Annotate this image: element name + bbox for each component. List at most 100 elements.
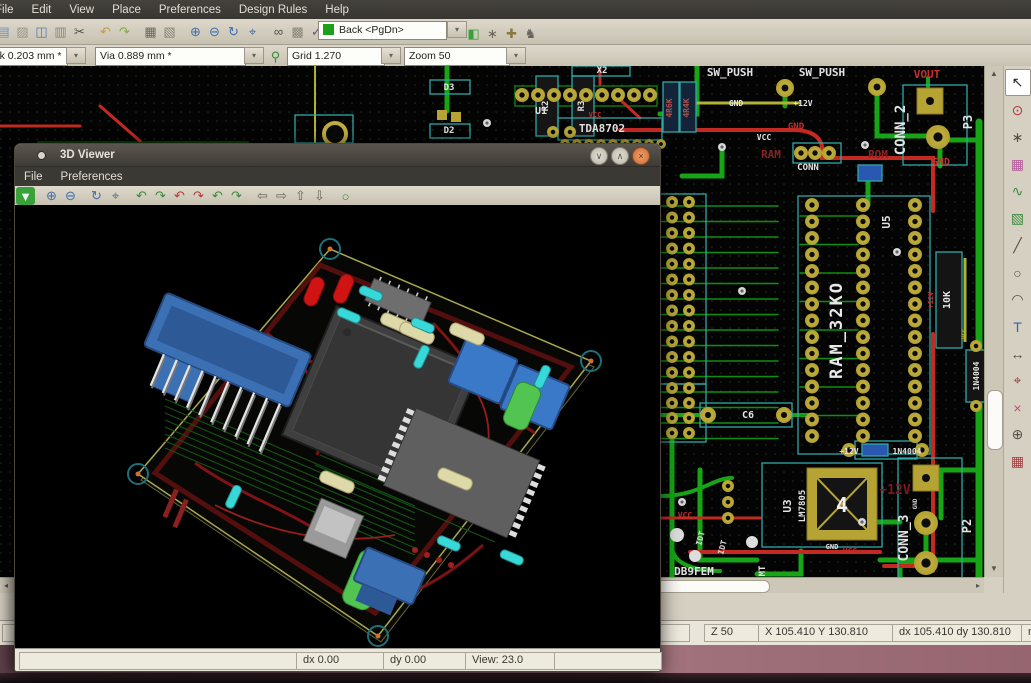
zoom-select-arrow[interactable]: ▾ xyxy=(506,47,526,64)
add-target-icon[interactable]: ⌖ xyxy=(1006,368,1030,393)
rotate-y-neg-icon: ↶ xyxy=(174,188,185,204)
zoom-select[interactable]: Zoom 50 xyxy=(404,47,510,66)
find-icon: ∞ xyxy=(274,24,283,39)
cut-icon[interactable]: ✂ xyxy=(70,21,89,42)
rotate-z-pos-icon[interactable]: ↷ xyxy=(227,187,246,205)
shade-button[interactable]: ∨ xyxy=(590,147,608,165)
add-line-icon[interactable]: ╱ xyxy=(1006,233,1030,258)
redo-icon[interactable]: ↷ xyxy=(115,21,134,42)
scroll-left-icon[interactable]: ◂ xyxy=(4,582,8,590)
print-icon[interactable]: ▦ xyxy=(141,21,160,42)
pcb-label: RAM_32KO xyxy=(827,281,847,379)
menu-item-preferences[interactable]: Preferences xyxy=(52,167,132,186)
pan-right-icon[interactable]: ⇨ xyxy=(272,187,291,205)
ratsnest-icon[interactable]: ∗ xyxy=(483,23,502,44)
menu-item-help[interactable]: Help xyxy=(316,0,358,19)
local-ratsnest-icon[interactable]: ∗ xyxy=(1006,125,1030,150)
add-dimension-icon[interactable]: ↔ xyxy=(1006,341,1030,366)
ortho-icon[interactable]: ○ xyxy=(336,187,355,205)
layer-select[interactable]: Back <PgDn> xyxy=(318,21,447,40)
layer-manager-icon[interactable]: ◧ xyxy=(464,23,483,44)
3d-viewer-toolbar: ▼⊕⊖↻⌖↶↷↶↷↶↷⇦⇨⇧⇩○ xyxy=(15,186,660,207)
zoom-fit-icon[interactable]: ⌖ xyxy=(243,21,262,42)
horizontal-scrollbar-thumb[interactable] xyxy=(646,580,770,593)
open-board-icon[interactable]: ▨ xyxy=(13,21,32,42)
freeroute-icon[interactable]: ♞ xyxy=(521,23,540,44)
maximize-button[interactable]: ∧ xyxy=(611,147,629,165)
track-width-select[interactable]: Track 0.203 mm * xyxy=(0,47,68,66)
pan-up-icon[interactable]: ⇧ xyxy=(291,187,310,205)
menu-item-place[interactable]: Place xyxy=(103,0,150,19)
3d-viewer-window: 3D Viewer ∨ ∧ × FilePreferences ▼⊕⊖↻⌖↶↷↶… xyxy=(14,143,661,672)
zoom-in-icon[interactable]: ⊕ xyxy=(186,21,205,42)
select-tool-icon[interactable]: ↖ xyxy=(1005,69,1031,96)
add-zone-icon[interactable]: ▧ xyxy=(1006,206,1030,231)
pcb-label: MT xyxy=(758,565,768,576)
new-board-icon[interactable]: ▤ xyxy=(0,21,13,42)
zoom-fit-icon[interactable]: ⌖ xyxy=(106,187,125,205)
vertical-scrollbar[interactable]: ▲ ▼ xyxy=(984,66,1003,577)
menu-item-design-rules[interactable]: Design Rules xyxy=(230,0,316,19)
grid-select[interactable]: Grid 1.270 xyxy=(287,47,385,66)
pcb-label: U5 xyxy=(880,215,893,228)
3d-viewer-titlebar[interactable]: 3D Viewer ∨ ∧ × xyxy=(15,144,660,166)
pan-down-icon[interactable]: ⇩ xyxy=(310,187,329,205)
auto-track-width-icon[interactable]: ⚲ xyxy=(266,46,285,67)
scroll-up-icon[interactable]: ▲ xyxy=(990,70,998,78)
menu-item-preferences[interactable]: Preferences xyxy=(150,0,230,19)
menu-item-file[interactable]: File xyxy=(15,167,52,186)
status3d-trail xyxy=(554,652,662,670)
redraw-view-icon: ↻ xyxy=(91,188,102,204)
add-circle-icon: ○ xyxy=(1013,265,1021,281)
scroll-down-icon[interactable]: ▼ xyxy=(990,565,998,573)
zoom-in-icon[interactable]: ⊕ xyxy=(42,187,61,205)
delete-tool-icon[interactable]: × xyxy=(1006,395,1030,420)
close-button[interactable]: × xyxy=(632,147,650,165)
via-size-arrow[interactable]: ▾ xyxy=(244,47,264,64)
hide-ratsnest-icon[interactable]: ✚ xyxy=(502,23,521,44)
pan-left-icon[interactable]: ⇦ xyxy=(253,187,272,205)
rotate-x-neg-icon[interactable]: ↶ xyxy=(132,187,151,205)
add-circle-icon[interactable]: ○ xyxy=(1006,260,1030,285)
redraw-icon: ↻ xyxy=(228,24,239,40)
pcb-label: GND xyxy=(729,99,744,108)
chevron-down-icon: ▾ xyxy=(514,51,518,60)
menu-item-file[interactable]: File xyxy=(0,0,23,19)
zoom-out-icon[interactable]: ⊖ xyxy=(61,187,80,205)
save-board-icon[interactable]: ◫ xyxy=(32,21,51,42)
redraw-view-icon[interactable]: ↻ xyxy=(87,187,106,205)
grid-origin-icon[interactable]: ▦ xyxy=(1006,449,1030,474)
find-icon[interactable]: ∞ xyxy=(269,21,288,42)
plot-icon[interactable]: ▧ xyxy=(160,21,179,42)
highlight-net-icon[interactable]: ⊙ xyxy=(1006,98,1030,123)
add-text-icon[interactable]: T xyxy=(1006,314,1030,339)
pcb-label: 4R4K xyxy=(682,98,691,117)
menu-item-view[interactable]: View xyxy=(60,0,103,19)
grid-select-arrow[interactable]: ▾ xyxy=(381,47,401,64)
netlist-icon[interactable]: ▩ xyxy=(288,21,307,42)
3d-viewer-canvas[interactable] xyxy=(15,205,660,649)
add-track-icon[interactable]: ∿ xyxy=(1006,179,1030,204)
pcb-label: VCC xyxy=(678,511,693,520)
reload-board-icon[interactable]: ▼ xyxy=(16,187,35,205)
zoom-out-icon[interactable]: ⊖ xyxy=(205,21,224,42)
plot-icon: ▧ xyxy=(163,24,175,40)
back-layer-swatch xyxy=(323,24,334,35)
undo-icon[interactable]: ↶ xyxy=(96,21,115,42)
rotate-x-pos-icon[interactable]: ↷ xyxy=(151,187,170,205)
redraw-icon[interactable]: ↻ xyxy=(224,21,243,42)
add-arc-icon[interactable]: ◠ xyxy=(1006,287,1030,312)
drill-origin-icon[interactable]: ⊕ xyxy=(1006,422,1030,447)
add-footprint-icon[interactable]: ▦ xyxy=(1006,152,1030,177)
vertical-scrollbar-thumb[interactable] xyxy=(987,390,1003,450)
scroll-right-icon[interactable]: ▸ xyxy=(976,582,980,590)
rotate-y-neg-icon[interactable]: ↶ xyxy=(170,187,189,205)
track-width-arrow[interactable]: ▾ xyxy=(66,47,86,64)
rotate-z-neg-icon[interactable]: ↶ xyxy=(208,187,227,205)
page-settings-icon[interactable]: ▥ xyxy=(51,21,70,42)
via-size-select[interactable]: Via 0.889 mm * xyxy=(95,47,246,66)
rotate-y-pos-icon[interactable]: ↷ xyxy=(189,187,208,205)
menu-item-edit[interactable]: Edit xyxy=(23,0,61,19)
main-toolbar-extra-icons: ◧∗✚♞ xyxy=(464,21,540,46)
pcb-label: 1N4004 xyxy=(893,447,922,456)
